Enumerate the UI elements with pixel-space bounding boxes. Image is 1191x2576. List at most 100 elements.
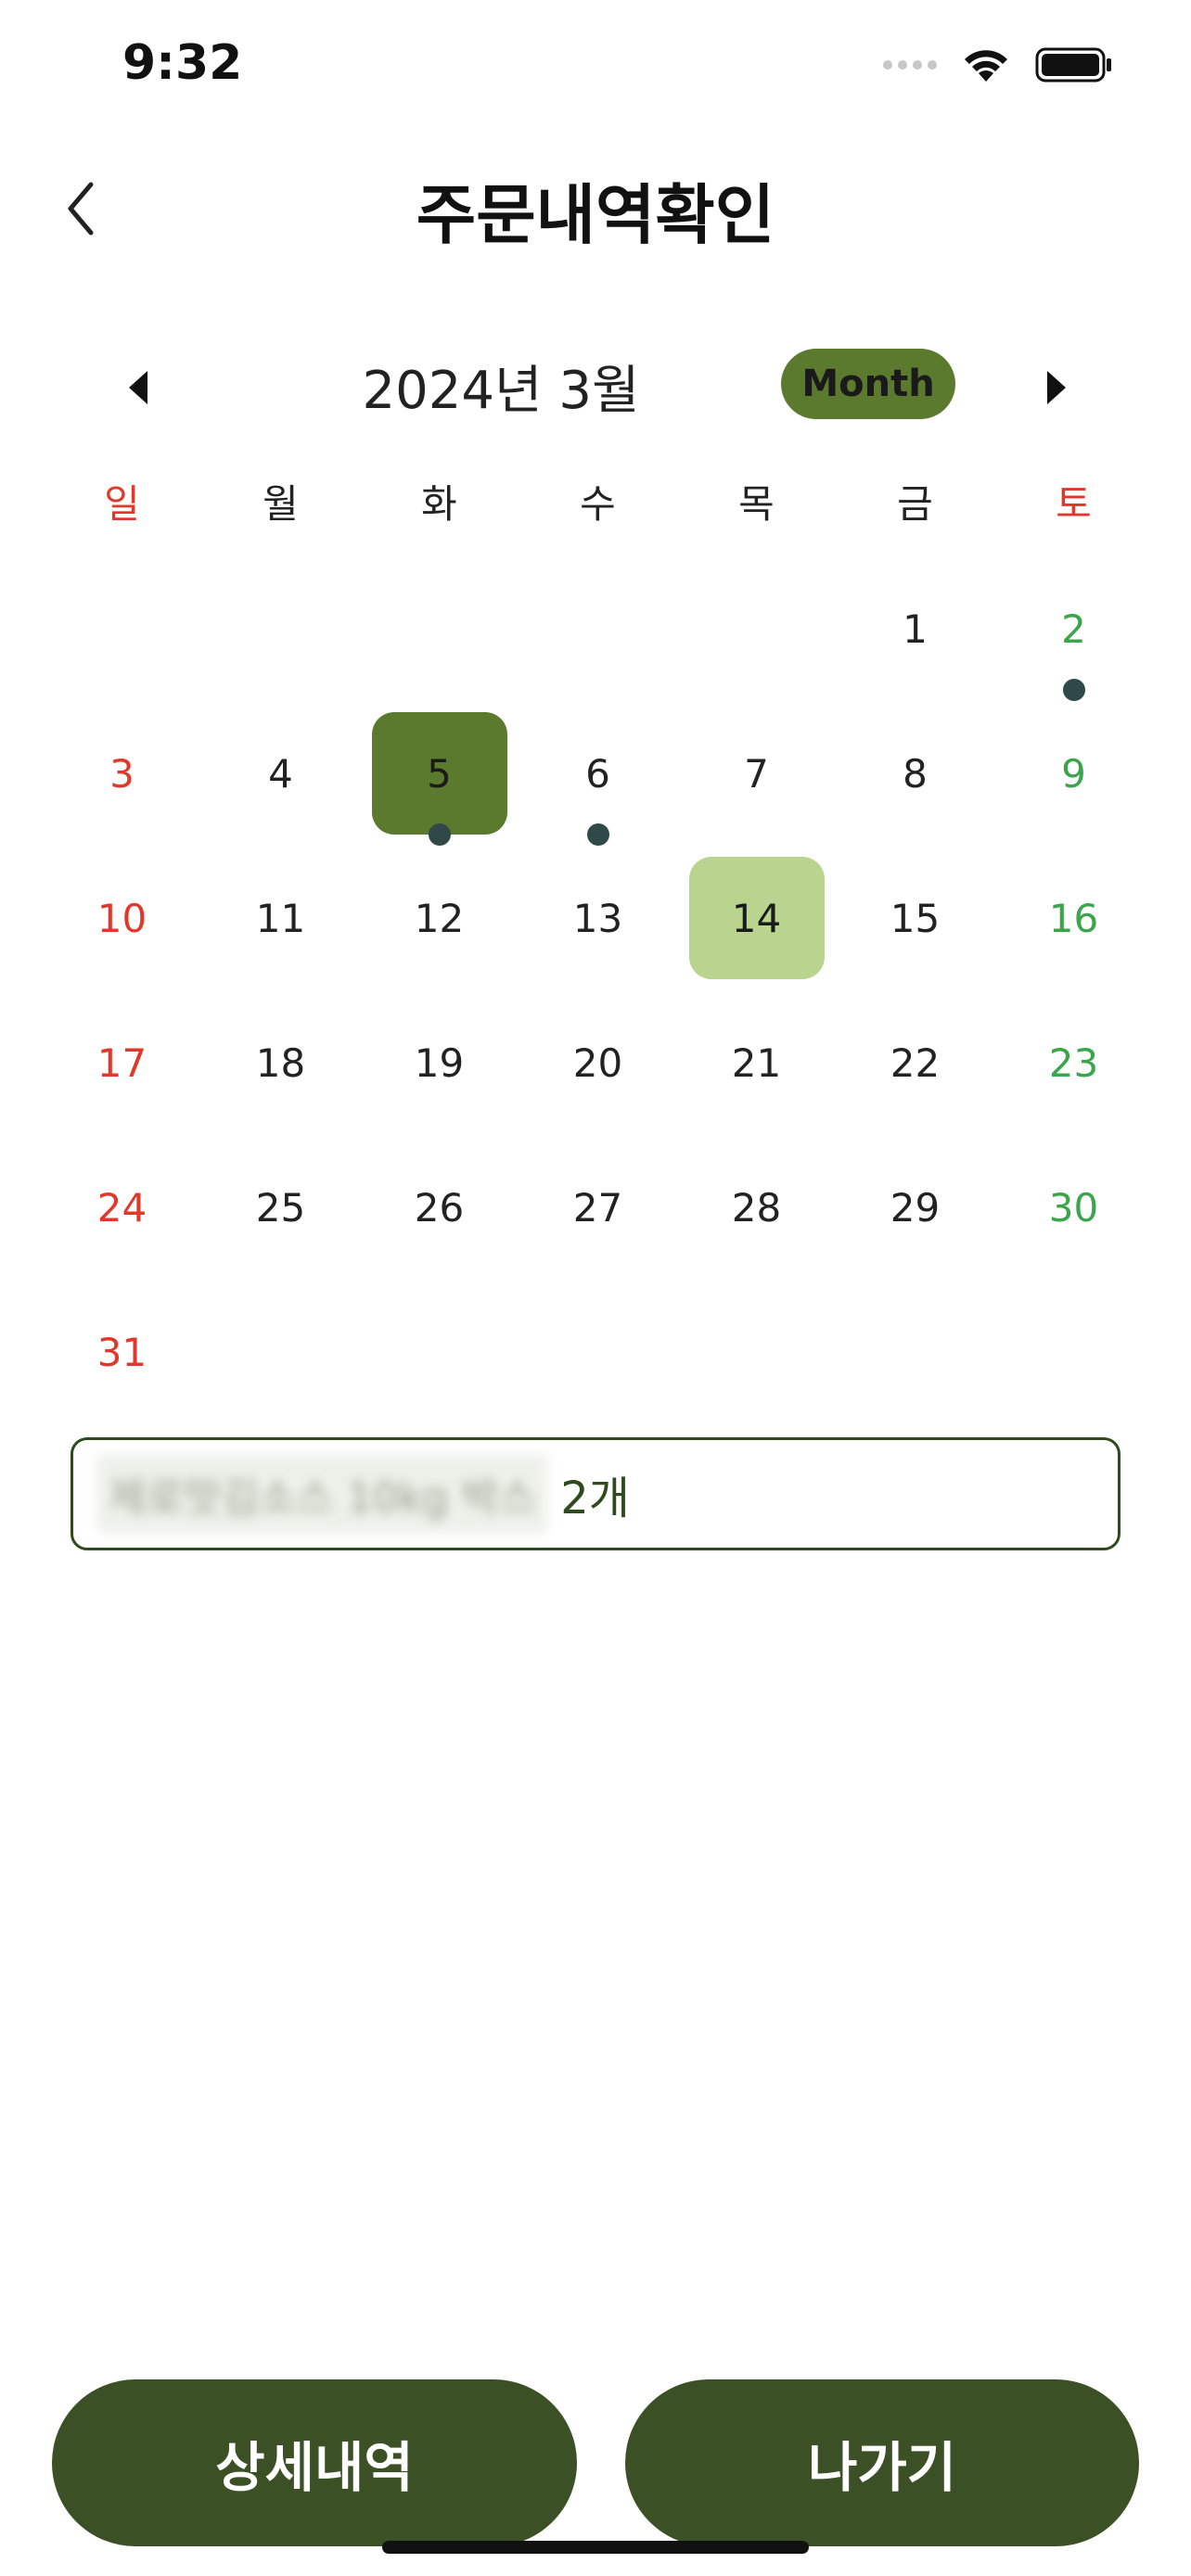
calendar-day[interactable]: 2 [994,566,1153,710]
calendar-day-number: 18 [255,1039,306,1086]
order-item-name: 제로맛김소스 10kg 박스 [97,1455,548,1533]
calendar-day[interactable]: 25 [201,1144,360,1289]
calendar-day-number: 26 [414,1184,465,1231]
calendar-day-number: 11 [255,895,306,941]
calendar-day-number: 5 [371,712,507,835]
calendar-week: 12 [43,566,1156,710]
calendar-week: 10 11 12 13 14 15 16 [43,855,1156,1000]
calendar-grid: 1 2 3 4 5 6 7 8 9 10 11 12 13 14 15 16 17 18 19 20 21 22 23 24 2… [43,566,1156,1434]
calendar-day[interactable]: 27 [519,1144,677,1289]
weekday-label: 목 [738,481,775,527]
calendar-day-number: 1 [903,606,928,652]
calendar-day[interactable]: 4 [201,710,360,855]
calendar-day[interactable]: 14 [677,855,836,1000]
calendar-day[interactable]: 31 [43,1289,201,1434]
calendar-day[interactable]: 16 [994,855,1153,1000]
month-label: 2024년 3월 [362,361,640,421]
calendar-day-number: 2 [1061,606,1086,652]
calendar-day-number [372,1291,507,1413]
calendar-week: 3 4 5 6 7 8 9 [43,710,1156,855]
calendar-day-number: 27 [572,1184,623,1231]
calendar-day-number [848,1291,983,1413]
month-view-toggle[interactable]: Month [781,349,955,419]
calendar-day[interactable]: 9 [994,710,1153,855]
calendar-day[interactable]: 24 [43,1144,201,1289]
order-indicator-dot [428,823,451,846]
calendar-day-number [1006,1291,1142,1413]
calendar-empty-cell [360,566,519,710]
page-title: 주문내역확인 [416,177,775,253]
calendar-day[interactable]: 28 [677,1144,836,1289]
exit-button[interactable]: 나가기 [625,2379,1139,2546]
calendar-day[interactable]: 15 [836,855,994,1000]
calendar-day[interactable]: 30 [994,1144,1153,1289]
calendar-day-number: 31 [96,1329,147,1375]
weekday-label: 금 [897,481,933,527]
weekday-label: 일 [104,481,140,527]
calendar-day-number: 3 [109,750,134,797]
order-item-quantity: 2개 [560,1473,630,1524]
calendar-empty-cell [519,1289,677,1434]
calendar-empty-cell [836,1289,994,1434]
calendar-day-number: 17 [96,1039,147,1086]
calendar-day[interactable]: 19 [360,1000,519,1144]
calendar-day[interactable]: 1 [836,566,994,710]
calendar-empty-cell [519,566,677,710]
cellular-signal-icon [883,60,937,70]
calendar-empty-cell [201,1289,360,1434]
calendar-day[interactable]: 3 [43,710,201,855]
calendar-day[interactable]: 6 [519,710,677,855]
calendar-day[interactable]: 13 [519,855,677,1000]
calendar-day[interactable]: 10 [43,855,201,1000]
calendar-week: 17 18 19 20 21 22 23 [43,1000,1156,1144]
calendar-day[interactable]: 5 [360,710,519,855]
order-item[interactable]: 제로맛김소스 10kg 박스 2개 [70,1437,1121,1550]
calendar-day-number: 8 [903,750,928,797]
calendar-day[interactable]: 22 [836,1000,994,1144]
calendar-day-number: 10 [96,895,147,941]
calendar-day[interactable]: 21 [677,1000,836,1144]
weekday-label: 화 [421,481,457,527]
calendar-day-number: 7 [744,750,769,797]
calendar-day-number: 16 [1048,895,1099,941]
calendar-day-number: 15 [890,895,941,941]
calendar-day[interactable]: 17 [43,1000,201,1144]
calendar-day-number [213,1291,349,1413]
calendar-day-number [531,567,666,690]
calendar-day[interactable]: 12 [360,855,519,1000]
calendar-empty-cell [360,1289,519,1434]
calendar-day[interactable]: 26 [360,1144,519,1289]
calendar-day-number: 4 [268,750,293,797]
calendar-day-number [689,1291,825,1413]
calendar-day-number: 19 [414,1039,465,1086]
calendar-day-number: 9 [1061,750,1086,797]
next-month-button[interactable] [1028,360,1083,415]
calendar-day-number: 14 [688,857,825,979]
calendar-day[interactable]: 20 [519,1000,677,1144]
battery-icon [1035,46,1113,83]
prev-month-button[interactable] [111,360,167,415]
calendar-day-number [531,1291,666,1413]
home-indicator [382,2541,809,2554]
calendar-day[interactable]: 23 [994,1000,1153,1144]
calendar-day[interactable]: 7 [677,710,836,855]
calendar-day-number: 13 [572,895,623,941]
weekday-label: 토 [1056,481,1092,527]
triangle-left-icon [129,371,147,404]
calendar-week: 24 25 26 27 28 29 30 [43,1144,1156,1289]
calendar-day-number: 29 [890,1184,941,1231]
calendar-day[interactable]: 29 [836,1144,994,1289]
calendar-day-number [55,567,190,690]
detail-button[interactable]: 상세내역 [52,2379,577,2546]
calendar-day-number: 30 [1048,1184,1099,1231]
calendar-empty-cell [994,1289,1153,1434]
calendar-day[interactable]: 18 [201,1000,360,1144]
calendar-day[interactable]: 8 [836,710,994,855]
calendar-day-number: 24 [96,1184,147,1231]
calendar-day[interactable]: 11 [201,855,360,1000]
calendar-day-number: 22 [890,1039,941,1086]
status-icons [883,46,1113,83]
calendar-empty-cell [43,566,201,710]
calendar-day-number [372,567,507,690]
order-indicator-dot [586,823,609,846]
